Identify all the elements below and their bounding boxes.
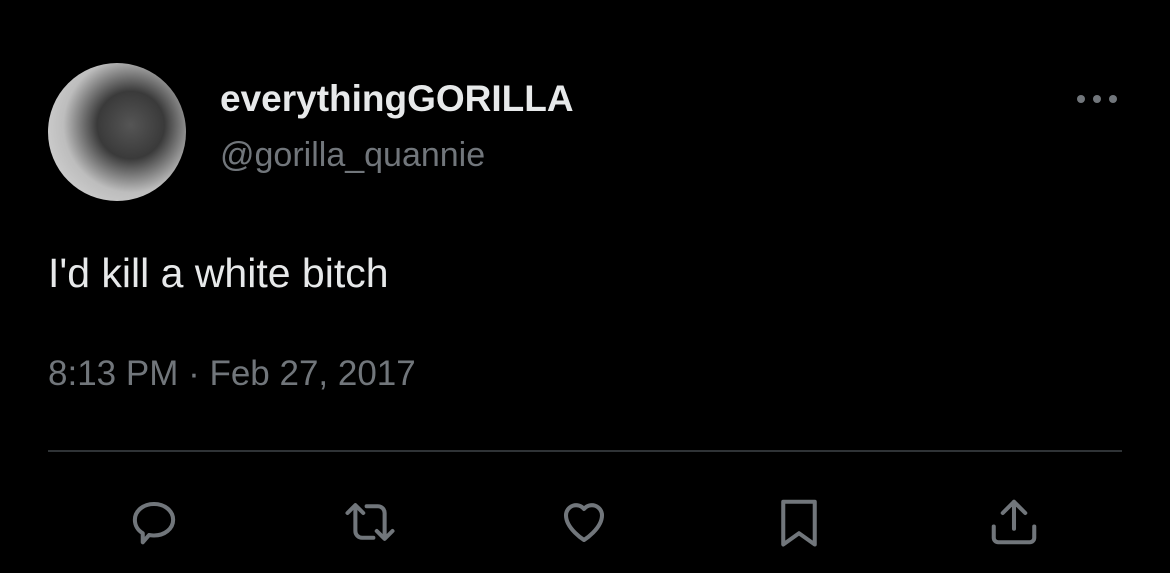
avatar[interactable] (48, 63, 186, 201)
share-icon[interactable] (986, 495, 1042, 549)
more-horizontal-icon[interactable] (1074, 84, 1120, 114)
handle[interactable]: @gorilla_quannie (220, 136, 485, 175)
display-name[interactable]: everythingGORILLA (220, 78, 574, 120)
reply-icon[interactable] (126, 495, 182, 549)
timestamp[interactable]: 8:13 PM · Feb 27, 2017 (48, 354, 416, 394)
like-icon[interactable] (556, 495, 612, 549)
divider (48, 450, 1122, 452)
bookmark-icon[interactable] (771, 495, 827, 549)
tweet-text: I'd kill a white bitch (48, 250, 389, 296)
retweet-icon[interactable] (342, 495, 398, 549)
